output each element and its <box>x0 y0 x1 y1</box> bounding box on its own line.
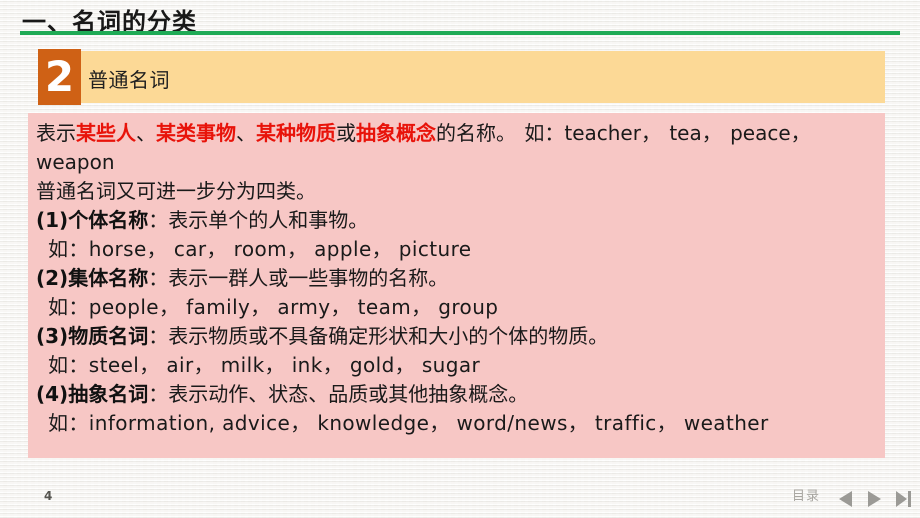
category-1-definition: ：表示单个的人和事物。 <box>148 208 369 232</box>
category-3-examples: 如：steel， air， milk， ink， gold， sugar <box>48 353 481 377</box>
intro-wrap-word: weapon <box>36 150 115 174</box>
keyword-substance: 某种物质 <box>256 121 336 145</box>
page-number: 4 <box>44 489 53 503</box>
intro-paragraph: 表示某些人、某类事物、某种物质或抽象概念的名称。 如：teacher， tea，… <box>36 119 866 148</box>
intro-sep-1: 、 <box>136 121 156 145</box>
category-3-heading: (3)物质名词：表示物质或不具备确定形状和大小的个体的物质。 <box>36 322 877 351</box>
table-of-contents-link[interactable]: 目录 <box>792 485 820 504</box>
category-2-label: (2)集体名称 <box>36 266 149 290</box>
navigation-controls <box>834 490 914 508</box>
intro-prefix: 表示 <box>36 121 76 145</box>
section-title: 普通名词 <box>88 68 170 92</box>
triangle-left-icon <box>838 491 852 507</box>
intro-sep-2: 、 <box>236 121 256 145</box>
category-3-definition: ：表示物质或不具备确定形状和大小的个体的物质。 <box>148 324 609 348</box>
category-4-heading: (4)抽象名词：表示动作、状态、品质或其他抽象概念。 <box>36 380 877 409</box>
next-slide-button[interactable] <box>863 490 885 508</box>
intro-suffix: 的名称。 如：teacher， tea， peace， <box>436 121 811 145</box>
category-4-label: (4)抽象名词 <box>36 382 149 406</box>
category-3-label: (3)物质名词 <box>36 324 149 348</box>
keyword-things: 某类事物 <box>156 121 236 145</box>
keyword-people: 某些人 <box>76 121 136 145</box>
category-2-definition: ：表示一群人或一些事物的名称。 <box>148 266 449 290</box>
content-panel: 表示某些人、某类事物、某种物质或抽象概念的名称。 如：teacher， tea，… <box>28 113 885 458</box>
intro-mid: 或 <box>336 121 356 145</box>
slide-footer: 4 目录 <box>0 478 920 518</box>
category-4-definition: ：表示动作、状态、品质或其他抽象概念。 <box>148 382 529 406</box>
category-2-examples: 如：people， family， army， team， group <box>48 295 499 319</box>
previous-slide-button[interactable] <box>834 490 856 508</box>
slide-header: 一、名词的分类 <box>0 0 920 36</box>
keyword-abstract: 抽象概念 <box>356 121 436 145</box>
triangle-right-bar-icon <box>895 491 911 507</box>
lead-sentence: 普通名词又可进一步分为四类。 <box>36 179 316 203</box>
section-number-badge: 2 <box>38 49 81 105</box>
category-2-heading: (2)集体名称：表示一群人或一些事物的名称。 <box>36 264 877 293</box>
title-divider-rule <box>20 31 900 35</box>
triangle-right-icon <box>867 491 881 507</box>
last-slide-button[interactable] <box>892 490 914 508</box>
slide-canvas: 一、名词的分类 2 普通名词 表示某些人、某类事物、某种物质或抽象概念的名称。 … <box>0 0 920 518</box>
category-1-heading: (1)个体名称：表示单个的人和事物。 <box>36 206 877 235</box>
category-4-examples: 如：information, advice， knowledge， word/n… <box>48 411 769 435</box>
category-1-examples: 如：horse， car， room， apple， picture <box>48 237 472 261</box>
category-1-label: (1)个体名称 <box>36 208 149 232</box>
